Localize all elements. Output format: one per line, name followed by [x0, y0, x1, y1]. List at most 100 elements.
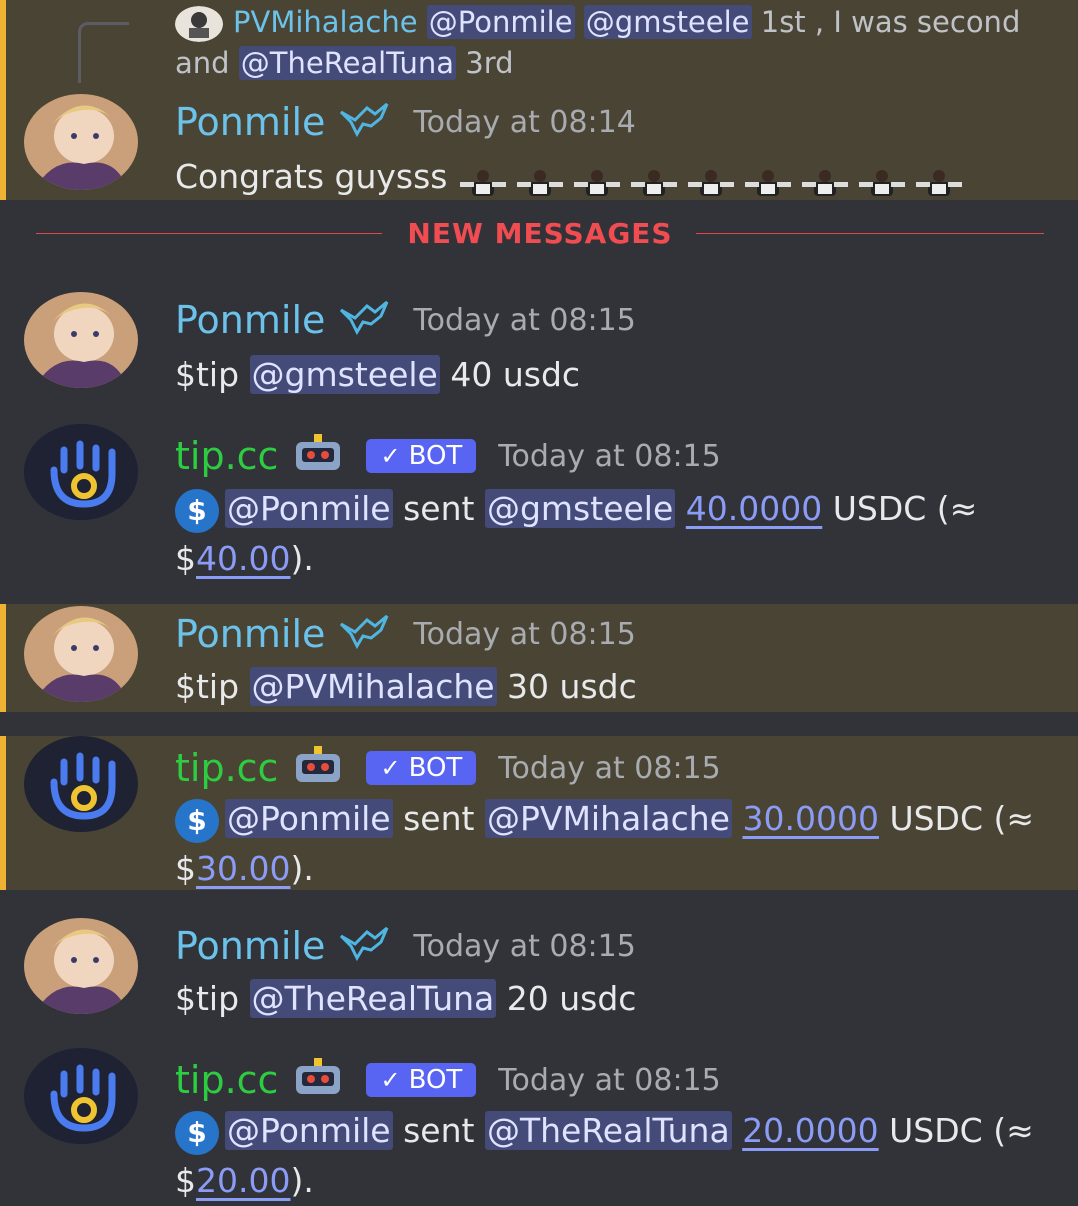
dance-emoji-icon[interactable]: [629, 164, 679, 196]
bot-message-gmsteele[interactable]: tip.cc ✓ BOT Today at 08:15 $ @Ponmile sen…: [0, 414, 1078, 594]
bird-badge-icon[interactable]: [337, 612, 391, 656]
message-content: Congrats guysss: [175, 152, 1055, 204]
avatar-tipcc[interactable]: [24, 1048, 138, 1144]
avatar-ponmile[interactable]: [24, 918, 138, 1014]
new-messages-divider: NEW MESSAGES: [36, 218, 1044, 250]
message-content: $ @Ponmile sent @TheRealTuna 20.0000 USDC…: [175, 1106, 1055, 1206]
bird-badge-icon[interactable]: [337, 298, 391, 342]
bird-badge-icon[interactable]: [337, 924, 391, 968]
mention-gmsteele[interactable]: @gmsteele: [249, 355, 440, 394]
reply-text: PVMihalache @Ponmile @gmsteele 1st , I w…: [175, 2, 1065, 84]
mention-gmsteele[interactable]: @gmsteele: [484, 489, 676, 528]
dollar-sign: $: [175, 849, 196, 888]
reply-spine: [78, 22, 129, 83]
message-header: tip.cc ✓ BOT Today at 08:15: [175, 744, 721, 792]
reply-preview[interactable]: PVMihalache @Ponmile @gmsteele 1st , I w…: [0, 0, 1078, 90]
command-suffix: 20 usdc: [496, 979, 637, 1018]
dance-emoji-icon[interactable]: [458, 164, 508, 196]
message-content: $tip @TheRealTuna 20 usdc: [175, 974, 1055, 1024]
highlighted-message-1[interactable]: PVMihalache @Ponmile @gmsteele 1st , I w…: [0, 0, 1078, 200]
mention-therealtuna[interactable]: @TheRealTuna: [484, 1111, 732, 1150]
usd-link[interactable]: 40.00: [196, 539, 290, 578]
sent-text: sent: [392, 799, 485, 838]
check-icon: ✓: [380, 442, 401, 470]
author-name[interactable]: tip.cc: [175, 434, 278, 478]
amount-link[interactable]: 20.0000: [742, 1111, 878, 1150]
avatar-ponmile[interactable]: [24, 606, 138, 702]
avatar-tipcc[interactable]: [24, 424, 138, 520]
bot-label: BOT: [408, 753, 463, 783]
author-name[interactable]: tip.cc: [175, 746, 278, 790]
mention-ponmile[interactable]: @Ponmile: [225, 799, 393, 838]
avatar-tipcc[interactable]: [24, 736, 138, 832]
author-name[interactable]: Ponmile: [175, 298, 325, 342]
mention-therealtuna[interactable]: @TheRealTuna: [249, 979, 497, 1018]
timestamp[interactable]: Today at 08:14: [413, 105, 635, 140]
bot-message-pvmihalache[interactable]: tip.cc ✓ BOT Today at 08:15 $ @Ponmile sen…: [0, 736, 1078, 890]
mention-pvmihalache[interactable]: @PVMihalache: [249, 667, 497, 706]
author-name[interactable]: tip.cc: [175, 1058, 278, 1102]
usdc-coin-icon: $: [175, 1110, 219, 1155]
dance-emoji-icon[interactable]: [743, 164, 793, 196]
usdc-coin-icon: $: [175, 488, 219, 533]
dollar-sign: $: [175, 1161, 196, 1200]
dance-emoji-icon[interactable]: [572, 164, 622, 196]
bot-badge: ✓ BOT: [366, 439, 477, 473]
reply-mention-gmsteele[interactable]: @gmsteele: [583, 5, 752, 39]
bot-badge: ✓ BOT: [366, 1063, 477, 1097]
usd-link[interactable]: 30.00: [196, 849, 290, 888]
message-header: Ponmile Today at 08:14: [175, 98, 636, 146]
dance-emoji-icon[interactable]: [914, 164, 964, 196]
mention-ponmile[interactable]: @Ponmile: [225, 489, 393, 528]
message-tip-gmsteele[interactable]: Ponmile Today at 08:15 $tip @gmsteele 40…: [0, 280, 1078, 400]
amount-link[interactable]: 30.0000: [742, 799, 878, 838]
dance-emoji-icon[interactable]: [686, 164, 736, 196]
close-text: ).: [290, 539, 314, 578]
reply-mention-therealtuna[interactable]: @TheRealTuna: [238, 46, 457, 80]
message-header: Ponmile Today at 08:15: [175, 610, 636, 658]
reply-mention-ponmile[interactable]: @Ponmile: [426, 5, 575, 39]
bot-label: BOT: [408, 441, 463, 471]
robot-icon: [290, 746, 346, 790]
emoji-row: [458, 154, 971, 204]
timestamp[interactable]: Today at 08:15: [498, 439, 720, 474]
command-suffix: 30 usdc: [496, 667, 637, 706]
dance-emoji-icon[interactable]: [800, 164, 850, 196]
unit-text: USDC (≈: [822, 489, 978, 528]
close-text: ).: [290, 849, 314, 888]
message-content: $tip @gmsteele 40 usdc: [175, 350, 1055, 400]
timestamp[interactable]: Today at 08:15: [498, 1063, 720, 1098]
mention-ponmile[interactable]: @Ponmile: [225, 1111, 393, 1150]
message-tip-therealtuna[interactable]: Ponmile Today at 08:15 $tip @TheRealTuna…: [0, 906, 1078, 1026]
timestamp[interactable]: Today at 08:15: [413, 929, 635, 964]
reply-avatar[interactable]: [175, 6, 223, 42]
avatar-ponmile[interactable]: [24, 292, 138, 388]
reply-author[interactable]: PVMihalache: [233, 5, 418, 39]
author-name[interactable]: Ponmile: [175, 100, 325, 144]
message-content: $ @Ponmile sent @PVMihalache 30.0000 USDC…: [175, 794, 1055, 894]
avatar-ponmile[interactable]: [24, 94, 138, 190]
mention-pvmihalache[interactable]: @PVMihalache: [484, 799, 732, 838]
message-content: $ @Ponmile sent @gmsteele 40.0000 USDC (≈…: [175, 484, 1055, 584]
reply-text-2: 3rd: [456, 46, 514, 80]
dance-emoji-icon[interactable]: [857, 164, 907, 196]
check-icon: ✓: [380, 754, 401, 782]
author-name[interactable]: Ponmile: [175, 924, 325, 968]
message-tip-pvmihalache[interactable]: Ponmile Today at 08:15 $tip @PVMihalache…: [0, 604, 1078, 712]
bird-badge-icon[interactable]: [337, 100, 391, 144]
message-header: tip.cc ✓ BOT Today at 08:15: [175, 432, 721, 480]
command-suffix: 40 usdc: [439, 355, 581, 394]
timestamp[interactable]: Today at 08:15: [413, 303, 635, 338]
timestamp[interactable]: Today at 08:15: [413, 617, 635, 652]
robot-icon: [290, 1058, 346, 1102]
message-header: Ponmile Today at 08:15: [175, 296, 636, 344]
dance-emoji-icon[interactable]: [515, 164, 565, 196]
bot-message-therealtuna[interactable]: tip.cc ✓ BOT Today at 08:15 $ @Ponmile sen…: [0, 1038, 1078, 1200]
timestamp[interactable]: Today at 08:15: [498, 751, 720, 786]
close-text: ).: [290, 1161, 314, 1200]
author-name[interactable]: Ponmile: [175, 612, 325, 656]
command-prefix: $tip: [175, 667, 250, 706]
usd-link[interactable]: 20.00: [196, 1161, 290, 1200]
new-messages-label: NEW MESSAGES: [407, 217, 673, 250]
amount-link[interactable]: 40.0000: [686, 489, 822, 528]
